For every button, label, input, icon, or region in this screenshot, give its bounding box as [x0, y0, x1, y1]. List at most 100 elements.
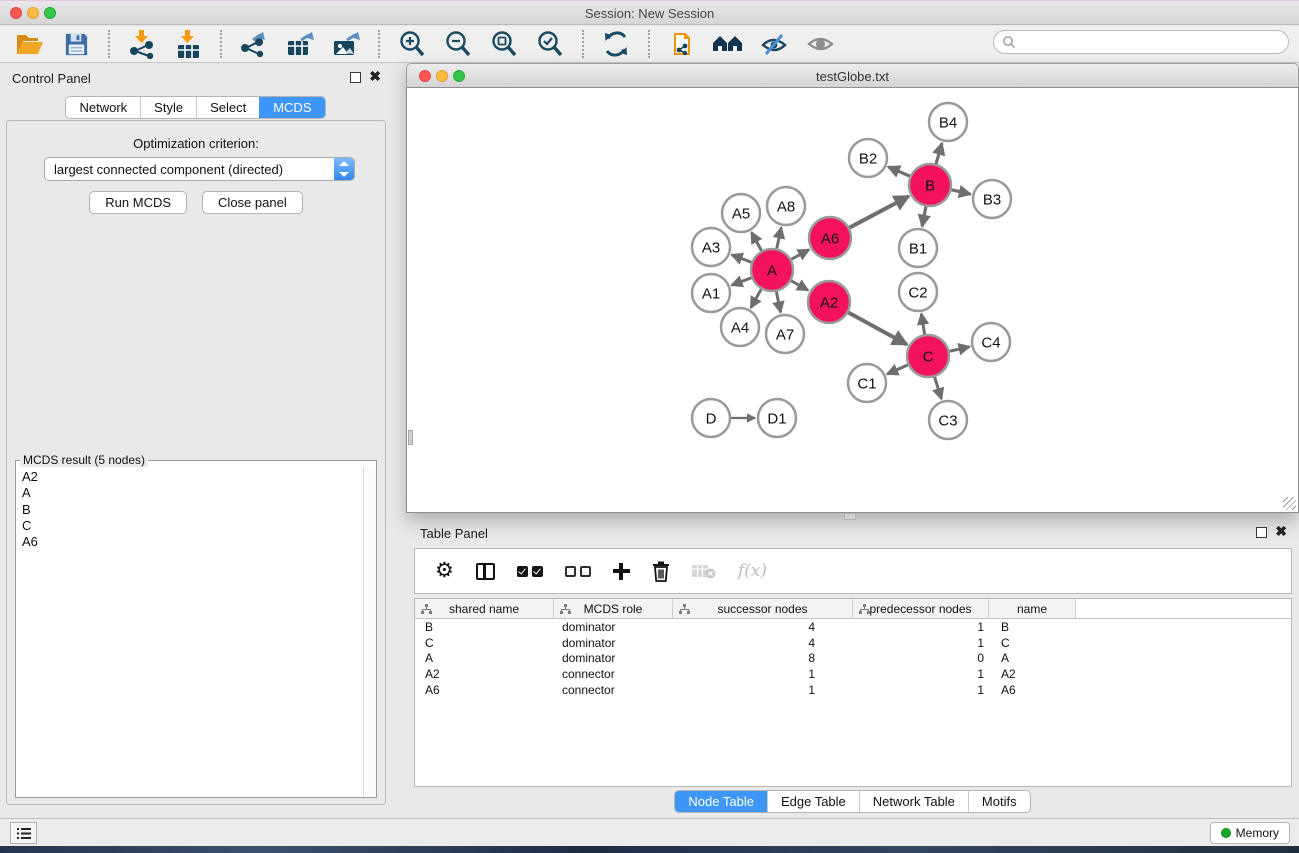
search-input[interactable]: [1016, 35, 1288, 49]
tab-network-table[interactable]: Network Table: [859, 791, 968, 812]
node-B1[interactable]: B1: [899, 229, 937, 267]
edge-A-A1[interactable]: [732, 278, 752, 285]
node-C2[interactable]: C2: [899, 273, 937, 311]
zoom-in-button[interactable]: [394, 28, 430, 60]
panel-splitter-handle[interactable]: [844, 513, 856, 520]
memory-button[interactable]: Memory: [1210, 822, 1290, 844]
column-header-name[interactable]: name: [989, 599, 1076, 619]
show-columns-button[interactable]: [476, 558, 495, 584]
node-B[interactable]: B: [909, 164, 951, 206]
node-A1[interactable]: A1: [692, 274, 730, 312]
edge-A-A2[interactable]: [791, 281, 808, 290]
open-session-button[interactable]: [12, 28, 48, 60]
export-table-button[interactable]: [282, 28, 318, 60]
tab-select[interactable]: Select: [196, 97, 259, 118]
table-row[interactable]: Cdominator41C: [415, 635, 1291, 651]
close-panel-icon[interactable]: ✖: [369, 69, 381, 84]
edge-A-A7[interactable]: [776, 292, 780, 313]
node-A2[interactable]: A2: [808, 281, 850, 323]
network-canvas[interactable]: B4 B2 B B3 A8A5 A6 A3 B1 A A1 C2 A2 A4A7 C4 C C1 D D1 C3: [406, 88, 1299, 513]
save-session-button[interactable]: [58, 28, 94, 60]
edge-A-A8[interactable]: [777, 227, 782, 248]
canvas-vscroll-thumb[interactable]: [408, 430, 413, 445]
select-all-button[interactable]: [517, 558, 543, 584]
node-C4[interactable]: C4: [972, 323, 1010, 361]
delete-column-button[interactable]: [652, 558, 670, 584]
node-A3[interactable]: A3: [692, 228, 730, 266]
tab-motifs[interactable]: Motifs: [968, 791, 1030, 812]
node-D[interactable]: D: [692, 399, 730, 437]
edge-A2-C[interactable]: [848, 313, 907, 345]
node-A5[interactable]: A5: [722, 194, 760, 232]
close-panel-button[interactable]: Close panel: [202, 191, 303, 214]
list-icon: [17, 828, 31, 839]
import-network-button[interactable]: [124, 28, 160, 60]
edge-B-B4[interactable]: [936, 143, 942, 164]
node-B4[interactable]: B4: [929, 103, 967, 141]
tab-mcds[interactable]: MCDS: [259, 97, 324, 118]
table-row[interactable]: A2connector11A2: [415, 666, 1291, 682]
table-row[interactable]: Adominator80A: [415, 650, 1291, 666]
column-header-predecessor-nodes[interactable]: predecessor nodes: [853, 599, 989, 619]
export-image-button[interactable]: [328, 28, 364, 60]
unselect-all-button[interactable]: [565, 558, 591, 584]
table-cell: [1076, 666, 1291, 682]
node-A8[interactable]: A8: [767, 187, 805, 225]
node-A[interactable]: A: [751, 249, 793, 291]
table-settings-button[interactable]: ⚙: [435, 558, 454, 584]
float-panel-icon[interactable]: [350, 72, 361, 83]
tab-edge-table[interactable]: Edge Table: [767, 791, 859, 812]
edge-A-A3[interactable]: [732, 255, 752, 262]
zoom-out-button[interactable]: [440, 28, 476, 60]
edge-B-B1[interactable]: [922, 207, 926, 227]
edge-A-A6[interactable]: [791, 250, 809, 260]
function-builder-button: f(x): [738, 558, 767, 584]
show-all-button[interactable]: [802, 28, 838, 60]
first-neighbors-button[interactable]: [710, 28, 746, 60]
node-A7[interactable]: A7: [766, 315, 804, 353]
network-from-selection-button[interactable]: [664, 28, 700, 60]
tab-node-table[interactable]: Node Table: [675, 791, 767, 812]
optimization-criterion-select[interactable]: largest connected component (directed): [44, 157, 355, 181]
import-table-button[interactable]: [170, 28, 206, 60]
result-scrollbar[interactable]: [363, 467, 376, 797]
node-A6[interactable]: A6: [809, 217, 851, 259]
status-bar: Memory: [0, 818, 1299, 846]
edge-B-B2[interactable]: [888, 167, 910, 176]
column-header-shared-name[interactable]: shared name: [415, 599, 554, 619]
edge-C-C4[interactable]: [949, 347, 969, 351]
node-A4[interactable]: A4: [721, 308, 759, 346]
refresh-view-button[interactable]: [598, 28, 634, 60]
edge-A6-B[interactable]: [849, 196, 908, 227]
close-panel-icon[interactable]: ✖: [1275, 524, 1287, 539]
node-C1[interactable]: C1: [848, 364, 886, 402]
plus-icon: [613, 563, 630, 580]
edge-C-C3[interactable]: [935, 377, 942, 399]
edge-A-A5[interactable]: [752, 232, 762, 250]
zoom-fit-button[interactable]: [486, 28, 522, 60]
table-row[interactable]: Bdominator41B: [415, 619, 1291, 635]
export-network-button[interactable]: [236, 28, 272, 60]
tab-network[interactable]: Network: [66, 97, 140, 118]
run-mcds-button[interactable]: Run MCDS: [89, 191, 187, 214]
node-C3[interactable]: C3: [929, 401, 967, 439]
edge-A-A4[interactable]: [751, 289, 761, 308]
column-header-MCDS-role[interactable]: MCDS role: [554, 599, 673, 619]
node-C[interactable]: C: [907, 335, 949, 377]
float-panel-icon[interactable]: [1256, 527, 1267, 538]
hide-selected-button[interactable]: [756, 28, 792, 60]
network-window-titlebar[interactable]: testGlobe.txt: [406, 63, 1299, 88]
add-column-button[interactable]: [613, 558, 630, 584]
node-B3[interactable]: B3: [973, 180, 1011, 218]
zoom-selected-button[interactable]: [532, 28, 568, 60]
column-header-successor-nodes[interactable]: successor nodes: [673, 599, 853, 619]
edge-C-C2[interactable]: [921, 314, 924, 335]
window-resize-grip[interactable]: [1283, 497, 1296, 510]
table-row[interactable]: A6connector11A6: [415, 682, 1291, 698]
node-D1[interactable]: D1: [758, 399, 796, 437]
edge-C-C1[interactable]: [887, 365, 908, 374]
edge-B-B3[interactable]: [951, 190, 970, 194]
node-B2[interactable]: B2: [849, 139, 887, 177]
tab-style[interactable]: Style: [140, 97, 196, 118]
task-history-button[interactable]: [10, 822, 37, 844]
